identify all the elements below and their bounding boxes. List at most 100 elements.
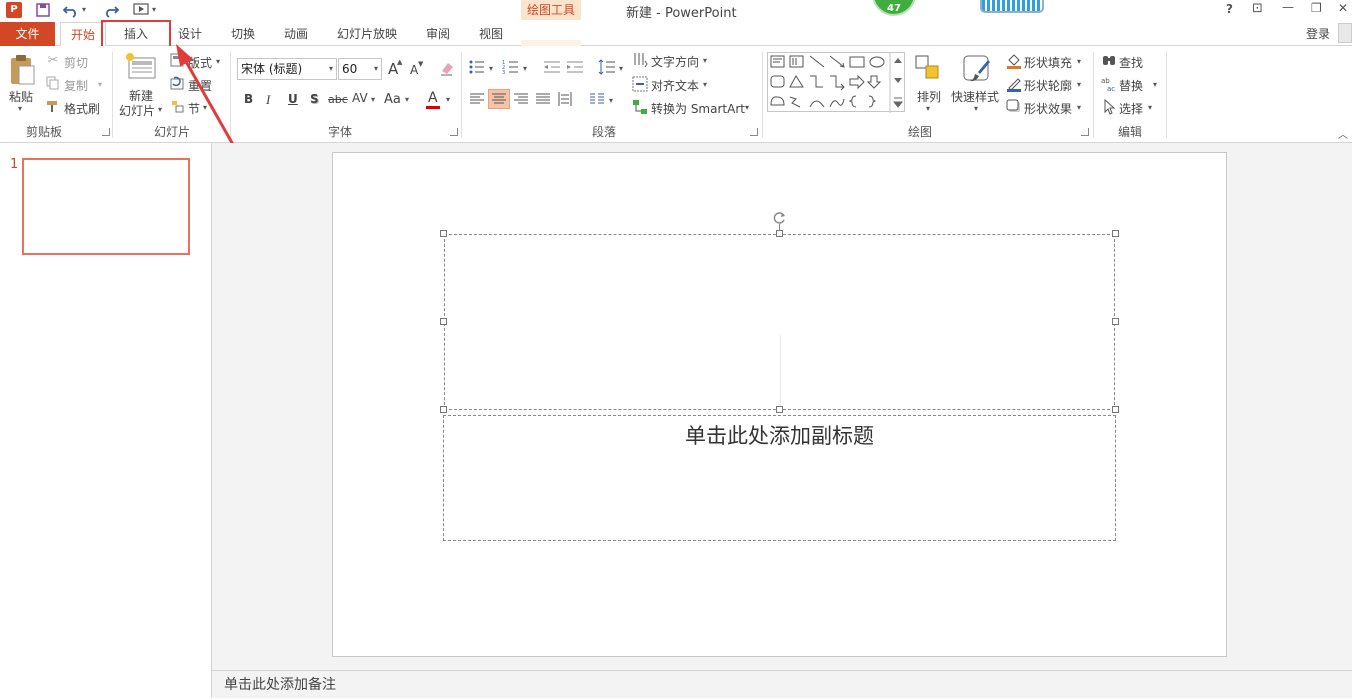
shape-outline-dropdown-icon[interactable]: ▾ xyxy=(1077,80,1081,89)
replace-dropdown-icon[interactable]: ▾ xyxy=(1153,80,1157,89)
select-icon[interactable] xyxy=(1101,99,1117,115)
distributed-icon[interactable] xyxy=(556,91,574,107)
title-placeholder[interactable] xyxy=(444,234,1115,410)
clipboard-launcher-icon[interactable] xyxy=(102,128,110,136)
text-shadow-button[interactable]: S xyxy=(310,92,319,106)
rotate-handle-icon[interactable] xyxy=(773,211,787,225)
shape-outline-button[interactable]: 形状轮廓 xyxy=(1024,77,1072,94)
text-direction-icon[interactable] xyxy=(632,52,648,68)
customize-toolbar-icon[interactable]: ▾ xyxy=(152,5,156,14)
resize-handle[interactable] xyxy=(1112,318,1119,325)
change-case-button[interactable]: Aa xyxy=(384,92,401,107)
text-direction-dropdown-icon[interactable]: ▾ xyxy=(703,56,707,65)
align-right-icon[interactable] xyxy=(512,91,530,107)
replace-icon[interactable]: ab ac xyxy=(1101,76,1117,92)
tab-review[interactable]: 审阅 xyxy=(418,22,458,46)
collapse-ribbon-icon[interactable]: ︿ xyxy=(1338,126,1348,141)
copy-dropdown-icon[interactable]: ▾ xyxy=(98,80,102,89)
increase-indent-icon[interactable] xyxy=(566,59,584,75)
tab-file[interactable]: 文件 xyxy=(0,22,55,46)
login-link[interactable]: 登录 xyxy=(1300,22,1336,46)
align-left-icon[interactable] xyxy=(468,91,486,107)
underline-button[interactable]: U xyxy=(288,92,298,106)
paste-icon[interactable] xyxy=(8,54,36,86)
quick-styles-dropdown-icon[interactable]: ▾ xyxy=(974,104,978,113)
subtitle-placeholder[interactable]: 单击此处添加副标题 xyxy=(443,415,1116,541)
font-size-dropdown-icon[interactable]: ▾ xyxy=(374,59,378,79)
font-name-dropdown-icon[interactable]: ▾ xyxy=(329,59,333,79)
copy-button[interactable]: 复制 xyxy=(64,77,88,94)
text-direction-button[interactable]: 文字方向 xyxy=(651,53,699,70)
character-spacing-button[interactable]: AV xyxy=(352,91,368,105)
drawing-launcher-icon[interactable] xyxy=(1081,128,1089,136)
shape-outline-icon[interactable] xyxy=(1006,76,1022,92)
help-icon[interactable]: ? xyxy=(1226,2,1233,16)
smartart-dropdown-icon[interactable]: ▾ xyxy=(745,103,749,112)
justify-icon[interactable] xyxy=(534,91,552,107)
arrange-icon[interactable] xyxy=(914,54,942,82)
clear-formatting-icon[interactable] xyxy=(438,59,456,77)
slide-thumbnail[interactable] xyxy=(22,158,190,255)
notes-pane[interactable]: 单击此处添加备注 xyxy=(212,670,1352,698)
align-text-dropdown-icon[interactable]: ▾ xyxy=(703,80,707,89)
quick-styles-icon[interactable] xyxy=(960,54,992,84)
redo-icon[interactable] xyxy=(102,1,120,19)
paste-button[interactable]: 粘贴 xyxy=(9,88,33,105)
smartart-icon[interactable] xyxy=(632,99,648,115)
shrink-font-button[interactable]: A xyxy=(410,63,418,77)
font-size-combo[interactable]: 60 ▾ xyxy=(338,58,382,80)
resize-handle[interactable] xyxy=(776,406,783,413)
undo-icon[interactable] xyxy=(62,1,80,19)
arrange-dropdown-icon[interactable]: ▾ xyxy=(926,104,930,113)
find-button[interactable]: 查找 xyxy=(1119,54,1143,71)
change-case-dropdown-icon[interactable]: ▾ xyxy=(405,95,409,104)
align-text-button[interactable]: 对齐文本 xyxy=(651,77,699,94)
shape-fill-button[interactable]: 形状填充 xyxy=(1024,54,1072,71)
select-dropdown-icon[interactable]: ▾ xyxy=(1148,103,1152,112)
line-spacing-dropdown-icon[interactable]: ▾ xyxy=(619,64,623,73)
tab-home[interactable]: 开始 xyxy=(60,22,106,47)
quick-styles-button[interactable]: 快速样式 xyxy=(951,88,999,105)
shape-fill-dropdown-icon[interactable]: ▾ xyxy=(1077,57,1081,66)
restore-icon[interactable]: ❐ xyxy=(1311,1,1322,15)
shape-effects-dropdown-icon[interactable]: ▾ xyxy=(1077,103,1081,112)
tab-slideshow[interactable]: 幻灯片放映 xyxy=(330,22,404,46)
strikethrough-button[interactable]: abc xyxy=(328,93,348,106)
minimize-icon[interactable]: — xyxy=(1282,0,1294,14)
resize-handle[interactable] xyxy=(440,230,447,237)
decrease-indent-icon[interactable] xyxy=(543,59,561,75)
select-button[interactable]: 选择 xyxy=(1119,100,1143,117)
user-avatar[interactable] xyxy=(1338,23,1352,43)
font-color-button[interactable]: A xyxy=(428,90,438,106)
arrange-button[interactable]: 排列 xyxy=(917,88,941,105)
shapes-gallery[interactable] xyxy=(767,52,905,113)
align-center-icon[interactable] xyxy=(488,89,510,109)
columns-icon[interactable] xyxy=(588,91,606,107)
undo-dropdown-icon[interactable]: ▾ xyxy=(82,5,86,14)
character-spacing-dropdown-icon[interactable]: ▾ xyxy=(371,95,375,104)
format-painter-button[interactable]: 格式刷 xyxy=(64,100,100,117)
paste-dropdown-icon[interactable]: ▾ xyxy=(18,104,22,113)
align-text-icon[interactable] xyxy=(632,76,648,92)
convert-smartart-button[interactable]: 转换为 SmartArt xyxy=(651,100,745,117)
font-launcher-icon[interactable] xyxy=(450,128,458,136)
paragraph-launcher-icon[interactable] xyxy=(750,128,758,136)
resize-handle[interactable] xyxy=(1112,230,1119,237)
resize-handle[interactable] xyxy=(776,230,783,237)
cut-button[interactable]: 剪切 xyxy=(64,54,88,71)
shape-effects-button[interactable]: 形状效果 xyxy=(1024,100,1072,117)
tab-animations[interactable]: 动画 xyxy=(276,22,316,46)
ribbon-display-icon[interactable]: ⊡ xyxy=(1252,1,1263,16)
bullets-dropdown-icon[interactable]: ▾ xyxy=(489,64,493,73)
resize-handle[interactable] xyxy=(440,318,447,325)
replace-button[interactable]: 替换 xyxy=(1119,77,1143,94)
shape-fill-icon[interactable] xyxy=(1006,53,1022,69)
italic-button[interactable]: I xyxy=(266,92,270,108)
tab-view[interactable]: 视图 xyxy=(471,22,511,46)
bullets-icon[interactable] xyxy=(468,59,486,75)
font-color-dropdown-icon[interactable]: ▾ xyxy=(446,95,450,104)
new-slide-label-line2[interactable]: 幻灯片 xyxy=(119,102,155,119)
line-spacing-icon[interactable] xyxy=(598,59,616,75)
resize-handle[interactable] xyxy=(440,406,447,413)
start-slideshow-icon[interactable] xyxy=(132,1,150,19)
